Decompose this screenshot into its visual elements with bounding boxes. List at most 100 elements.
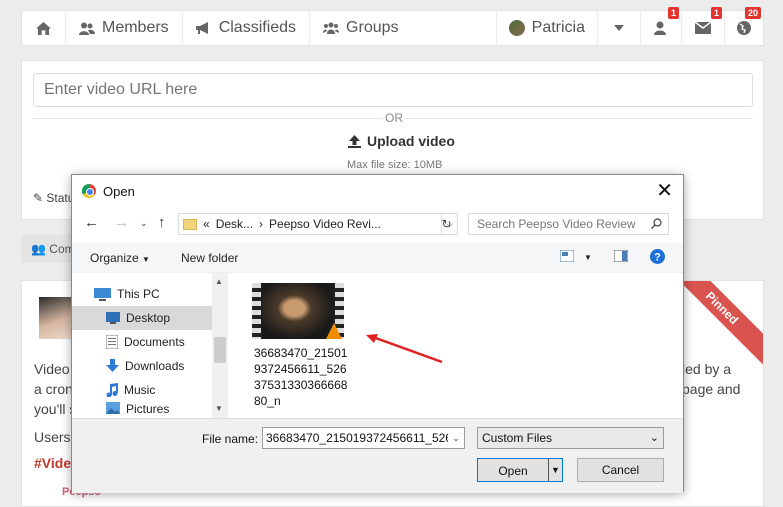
close-button[interactable]: ✕ bbox=[656, 181, 673, 201]
recent-locations-icon[interactable]: ⌄ bbox=[140, 218, 148, 229]
sidebar-label: This PC bbox=[117, 287, 160, 301]
refresh-button[interactable]: ↻ bbox=[436, 213, 458, 235]
notifications-badge: 20 bbox=[744, 7, 761, 19]
document-icon bbox=[106, 335, 118, 349]
users-small-icon: 👥 bbox=[31, 242, 46, 256]
upload-icon bbox=[348, 134, 361, 148]
folder-icon bbox=[183, 218, 197, 230]
search-icon bbox=[651, 218, 662, 229]
back-arrow-icon[interactable]: ← bbox=[84, 214, 99, 231]
sidebar-label: Desktop bbox=[126, 311, 171, 325]
sidebar-label: Music bbox=[124, 383, 156, 397]
computer-icon bbox=[94, 287, 111, 301]
sidebar-item-this-pc[interactable]: This PC bbox=[72, 282, 212, 306]
cancel-button[interactable]: Cancel bbox=[577, 458, 664, 482]
notifications-button[interactable]: 20 bbox=[724, 7, 763, 45]
help-icon[interactable]: ? bbox=[650, 249, 665, 264]
search-input[interactable]: Search Peepso Video Review bbox=[468, 213, 669, 235]
user-dropdown-toggle[interactable] bbox=[597, 11, 640, 45]
nav-classifieds-label: Classifieds bbox=[218, 19, 297, 36]
sidebar-item-pictures[interactable]: Pictures bbox=[72, 402, 212, 418]
group-icon bbox=[323, 22, 340, 34]
breadcrumb-desktop[interactable]: Desk... bbox=[216, 217, 253, 231]
nav-groups-label: Groups bbox=[346, 19, 399, 36]
sidebar-scrollbar[interactable]: ▲ ▼ bbox=[212, 273, 228, 418]
upload-video-button[interactable]: Upload video bbox=[348, 133, 455, 149]
organize-label: Organize bbox=[90, 251, 139, 265]
video-url-input[interactable] bbox=[33, 73, 753, 107]
sidebar-item-downloads[interactable]: Downloads bbox=[72, 354, 212, 378]
user-icon bbox=[654, 21, 666, 35]
new-folder-button[interactable]: New folder bbox=[181, 251, 238, 265]
messages-badge: 1 bbox=[710, 7, 722, 19]
file-type-value: Custom Files bbox=[482, 431, 553, 445]
nav-members-label: Members bbox=[102, 19, 169, 36]
scroll-down-icon[interactable]: ▼ bbox=[215, 404, 223, 413]
user-menu[interactable]: Patricia bbox=[495, 11, 597, 45]
svg-text:?: ? bbox=[654, 252, 661, 264]
file-name-value: 36683470_215019372456611_52637 bbox=[266, 431, 465, 445]
sidebar-item-desktop[interactable]: Desktop bbox=[72, 306, 212, 330]
post-line: led by a bbox=[682, 361, 732, 377]
preview-pane-icon[interactable] bbox=[614, 250, 628, 262]
avatar bbox=[508, 20, 525, 36]
users-icon bbox=[79, 22, 95, 35]
friend-requests-button[interactable]: 1 bbox=[640, 7, 681, 45]
sidebar-label: Pictures bbox=[126, 402, 170, 416]
view-dropdown-icon[interactable]: ▼ bbox=[584, 253, 592, 262]
user-name: Patricia bbox=[531, 19, 585, 36]
navigation-pane: This PC Desktop Documents Downloads Musi… bbox=[72, 273, 228, 418]
film-strip bbox=[252, 283, 261, 339]
download-icon bbox=[106, 359, 119, 372]
file-list: 36683470_215019372456611_526375313303666… bbox=[228, 273, 683, 418]
chrome-icon bbox=[82, 184, 96, 198]
chevron-down-icon[interactable]: ⌄ bbox=[448, 428, 464, 448]
dialog-title: Open bbox=[103, 183, 135, 199]
home-icon bbox=[36, 21, 51, 35]
max-file-size: Max file size: 10MB bbox=[347, 159, 443, 171]
search-placeholder: Search Peepso Video Review bbox=[477, 217, 636, 231]
nav-classifieds[interactable]: Classifieds bbox=[183, 11, 311, 45]
post-line: page and bbox=[682, 381, 741, 397]
top-navbar: Members Classifieds Groups Patricia 1 1 … bbox=[21, 7, 764, 46]
annotation-arrow-icon bbox=[366, 334, 443, 364]
globe-icon bbox=[737, 21, 751, 35]
file-name-label[interactable]: 36683470_215019372456611_526375313303666… bbox=[254, 345, 350, 409]
music-icon bbox=[106, 383, 118, 397]
sidebar-label: Documents bbox=[124, 335, 185, 349]
forward-arrow-icon[interactable]: → bbox=[114, 214, 129, 231]
up-arrow-icon[interactable]: ↑ bbox=[158, 214, 166, 231]
status-tab[interactable]: ✎ Statu bbox=[33, 191, 74, 205]
scroll-up-icon[interactable]: ▲ bbox=[215, 277, 223, 286]
breadcrumb-overflow[interactable]: « bbox=[203, 217, 210, 231]
open-button[interactable]: Open ▼ bbox=[477, 458, 563, 482]
scrollbar-thumb[interactable] bbox=[214, 337, 226, 363]
messages-button[interactable]: 1 bbox=[681, 7, 724, 45]
file-name-input[interactable]: 36683470_215019372456611_52637 ⌄ bbox=[262, 427, 465, 449]
home-button[interactable] bbox=[22, 11, 66, 45]
sidebar-item-documents[interactable]: Documents bbox=[72, 330, 212, 354]
view-options-icon[interactable] bbox=[560, 250, 574, 262]
friend-badge: 1 bbox=[667, 7, 679, 19]
caret-down-icon bbox=[614, 25, 624, 31]
nav-members[interactable]: Members bbox=[66, 11, 183, 45]
open-button-label: Open bbox=[498, 464, 528, 478]
sidebar-item-music[interactable]: Music bbox=[72, 378, 212, 402]
desktop-icon bbox=[106, 312, 120, 324]
sidebar-label: Downloads bbox=[125, 359, 185, 373]
megaphone-icon bbox=[195, 21, 208, 34]
or-label: OR bbox=[382, 111, 406, 125]
video-file-thumbnail[interactable] bbox=[252, 283, 344, 339]
nav-groups[interactable]: Groups bbox=[310, 11, 411, 45]
organize-button[interactable]: Organize ▼ bbox=[90, 251, 150, 265]
dialog-toolbar: Organize ▼ New folder ▼ ? bbox=[72, 243, 683, 273]
breadcrumb-folder[interactable]: Peepso Video Revi... bbox=[269, 217, 381, 231]
pencil-icon: ✎ bbox=[33, 191, 44, 205]
envelope-icon bbox=[695, 22, 711, 34]
vlc-cone-icon bbox=[326, 323, 342, 339]
file-type-select[interactable]: Custom Files ⌄ bbox=[477, 427, 664, 449]
upload-video-label: Upload video bbox=[367, 133, 455, 149]
address-bar[interactable]: « Desk... › Peepso Video Revi... ⌵ bbox=[178, 213, 458, 235]
open-split-dropdown-icon[interactable]: ▼ bbox=[548, 459, 562, 481]
caret-down-icon: ▼ bbox=[142, 255, 150, 264]
